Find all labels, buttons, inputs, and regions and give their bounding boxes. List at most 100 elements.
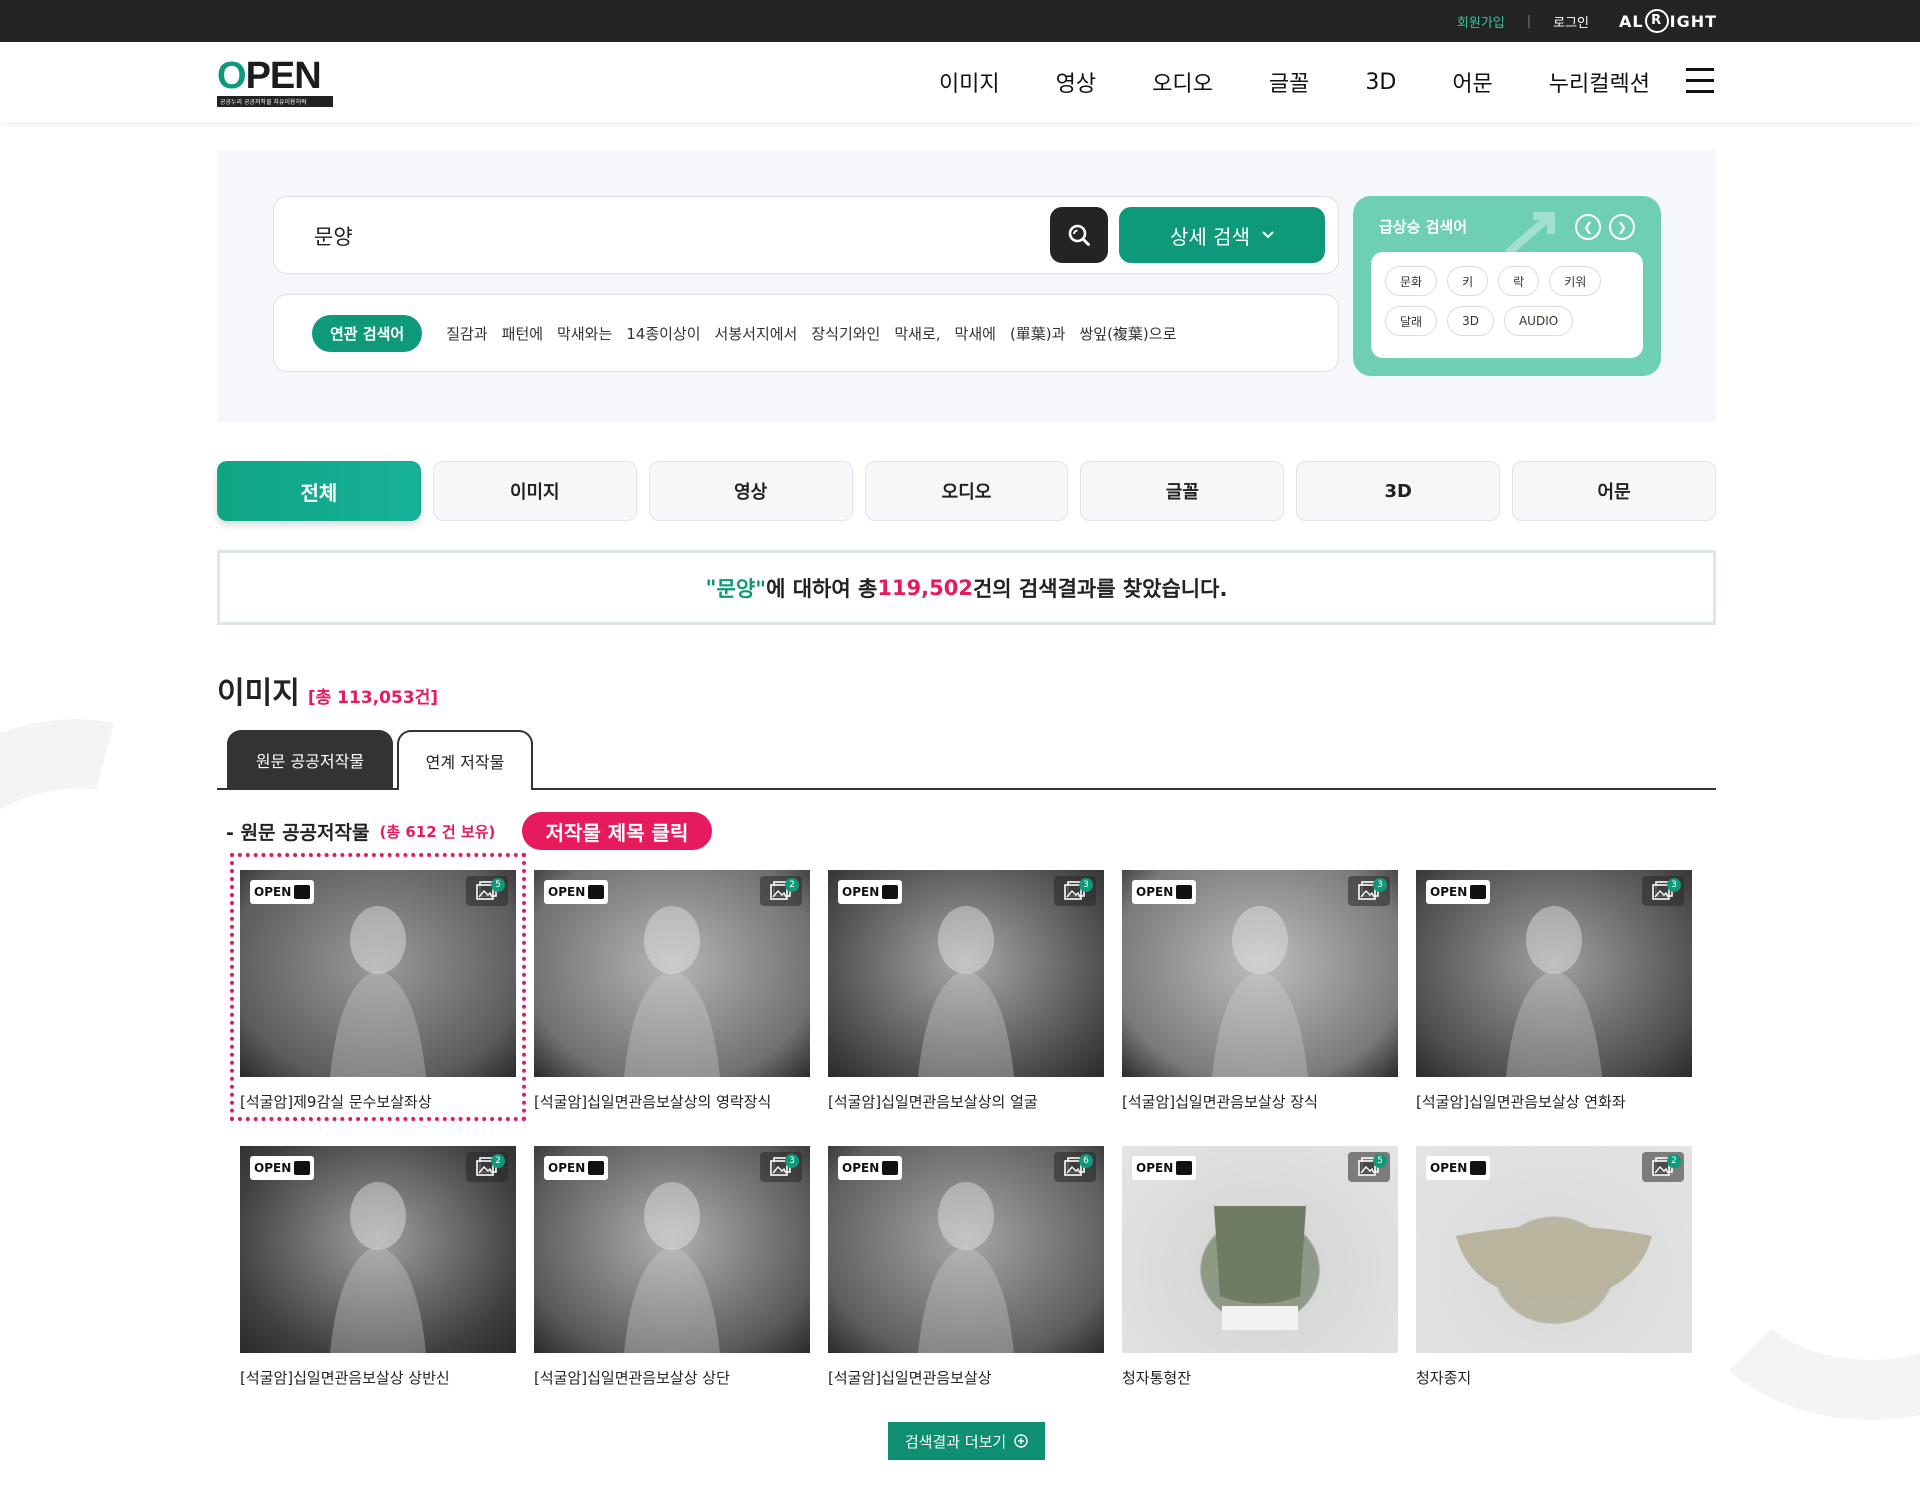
more-results-button[interactable]: 검색결과 더보기 (888, 1422, 1045, 1460)
click-title-badge: 저작물 제목 클릭 (522, 812, 712, 850)
result-thumbnail[interactable]: OPEN 3 (828, 870, 1104, 1077)
image-result-card[interactable]: OPEN 3 [석굴암]십일면관음보살상 연화좌 (1416, 870, 1692, 1112)
related-keyword[interactable]: 막새에 (955, 323, 996, 344)
open-license-badge: OPEN (250, 1156, 315, 1180)
trending-chip[interactable]: AUDIO (1503, 306, 1574, 336)
related-keyword[interactable]: 막새로, (894, 323, 940, 344)
tab-3d[interactable]: 3D (1296, 461, 1501, 521)
related-keyword[interactable]: 장식기와인 (811, 323, 880, 344)
result-thumbnail[interactable]: OPEN 2 (240, 1146, 516, 1353)
result-caption[interactable]: [석굴암]십일면관음보살상의 얼굴 (828, 1091, 1104, 1112)
result-caption[interactable]: [석굴암]십일면관음보살상 연화좌 (1416, 1091, 1692, 1112)
tab-image[interactable]: 이미지 (432, 461, 637, 521)
nav-text[interactable]: 어문 (1452, 66, 1492, 98)
chevron-left-icon[interactable]: ❮ (1575, 214, 1601, 240)
gallery-icon: 3 (1054, 876, 1096, 906)
nav-nuri-collection[interactable]: 누리컬렉션 (1549, 66, 1650, 98)
login-link[interactable]: 로그인 (1553, 12, 1589, 31)
result-caption[interactable]: [석굴암]십일면관음보살상의 영락장식 (534, 1091, 810, 1112)
gallery-icon: 5 (1348, 1152, 1390, 1182)
related-keyword[interactable]: 쌍잎(複葉)으로 (1079, 323, 1176, 344)
tab-video[interactable]: 영상 (648, 461, 853, 521)
nav-3d[interactable]: 3D (1365, 70, 1396, 95)
utility-links: 회원가입 | 로그인 AL R IGHT (1457, 0, 1717, 42)
gallery-icon: 3 (1348, 876, 1390, 906)
nav-image[interactable]: 이미지 (939, 66, 1000, 98)
image-result-card[interactable]: OPEN 3 [석굴암]십일면관음보살상 장식 (1122, 870, 1398, 1112)
result-thumbnail[interactable]: OPEN 5 (1122, 1146, 1398, 1353)
result-caption[interactable]: [석굴암]제9감실 문수보살좌상 (240, 1091, 516, 1112)
tab-font[interactable]: 글꼴 (1080, 461, 1285, 521)
result-caption[interactable]: [석굴암]십일면관음보살상 상단 (534, 1367, 810, 1388)
signup-link[interactable]: 회원가입 (1457, 12, 1505, 31)
image-result-card[interactable]: OPEN 3 [석굴암]십일면관음보살상의 얼굴 (828, 870, 1104, 1112)
hamburger-menu-icon[interactable] (1686, 68, 1714, 94)
nav-video[interactable]: 영상 (1056, 66, 1096, 98)
nav-audio[interactable]: 오디오 (1152, 66, 1213, 98)
result-thumbnail[interactable]: OPEN 3 (534, 1146, 810, 1353)
result-thumbnail[interactable]: OPEN 2 (1416, 1146, 1692, 1353)
search-input[interactable] (314, 219, 1034, 253)
result-thumbnail[interactable]: OPEN 3 (1122, 870, 1398, 1077)
search-button[interactable] (1050, 207, 1108, 263)
license-label: OPEN (842, 885, 880, 899)
utility-separator: | (1526, 13, 1532, 29)
image-result-card[interactable]: OPEN 3 [석굴암]십일면관음보살상 상단 (534, 1146, 810, 1388)
trending-title: 급상승 검색어 (1379, 218, 1468, 236)
related-keyword[interactable]: 막새와는 (557, 323, 612, 344)
trending-chip[interactable]: 문화 (1385, 266, 1438, 296)
tab-text[interactable]: 어문 (1512, 461, 1717, 521)
image-result-card[interactable]: OPEN 5 청자통형잔 (1122, 1146, 1398, 1388)
result-caption[interactable]: [석굴암]십일면관음보살상 장식 (1122, 1091, 1398, 1112)
related-keyword[interactable]: 서봉서지에서 (715, 323, 798, 344)
subtab-original-works[interactable]: 원문 공공저작물 (227, 730, 393, 790)
subtab-linked-works[interactable]: 연계 저작물 (397, 730, 533, 790)
result-thumbnail[interactable]: OPEN 5 (240, 870, 516, 1077)
alright-logo-link[interactable]: AL R IGHT (1619, 9, 1717, 33)
trending-chip[interactable]: 키워 (1549, 266, 1602, 296)
tab-all[interactable]: 전체 (217, 461, 421, 521)
license-label: OPEN (1136, 1161, 1174, 1175)
owned-works-title: - 원문 공공저작물 (226, 822, 370, 844)
trending-chip[interactable]: 락 (1498, 266, 1540, 296)
open-license-badge: OPEN (1132, 880, 1197, 904)
image-result-card[interactable]: OPEN 2 청자종지 (1416, 1146, 1692, 1388)
trending-chip[interactable]: 3D (1447, 306, 1494, 336)
gallery-count-badge: 2 (785, 878, 799, 892)
search-area: 상세 검색 연관 검색어 질감과 패턴에 막새와는 14종이상이 서봉서지에서 … (217, 150, 1716, 422)
open-license-badge: OPEN (838, 1156, 903, 1180)
logo-wordmark: OPEN (217, 55, 333, 97)
logo-o: O (217, 55, 247, 97)
related-keyword[interactable]: 질감과 (446, 323, 487, 344)
open-license-badge: OPEN (544, 880, 609, 904)
trending-chip[interactable]: 달래 (1385, 306, 1438, 336)
related-keyword[interactable]: 패턴에 (502, 323, 543, 344)
chevron-right-icon[interactable]: ❯ (1609, 214, 1635, 240)
result-caption[interactable]: [석굴암]십일면관음보살상 (828, 1367, 1104, 1388)
gallery-icon: 2 (1642, 1152, 1684, 1182)
license-label: OPEN (548, 885, 586, 899)
result-caption[interactable]: 청자종지 (1416, 1367, 1692, 1388)
open-logo[interactable]: OPEN 공공누리 공공저작물 자유이용허락 (217, 55, 333, 107)
license-label: OPEN (842, 1161, 880, 1175)
related-keyword[interactable]: 14종이상이 (626, 323, 700, 344)
related-keyword[interactable]: (單葉)과 (1010, 323, 1066, 344)
detail-search-button[interactable]: 상세 검색 (1119, 207, 1325, 263)
license-label: OPEN (1430, 1161, 1468, 1175)
image-result-card[interactable]: OPEN 2 [석굴암]십일면관음보살상 상반신 (240, 1146, 516, 1388)
image-result-card[interactable]: OPEN 6 [석굴암]십일면관음보살상 (828, 1146, 1104, 1388)
top-utility-bar: 회원가입 | 로그인 AL R IGHT (0, 0, 1920, 42)
image-result-card[interactable]: OPEN 5 [석굴암]제9감실 문수보살좌상 (240, 870, 516, 1112)
gallery-count-badge: 2 (491, 1154, 505, 1168)
result-caption[interactable]: [석굴암]십일면관음보살상 상반신 (240, 1367, 516, 1388)
result-caption[interactable]: 청자통형잔 (1122, 1367, 1398, 1388)
trending-chip[interactable]: 키 (1447, 266, 1489, 296)
result-thumbnail[interactable]: OPEN 2 (534, 870, 810, 1077)
result-thumbnail[interactable]: OPEN 3 (1416, 870, 1692, 1077)
result-thumbnail[interactable]: OPEN 6 (828, 1146, 1104, 1353)
nav-font[interactable]: 글꼴 (1269, 66, 1309, 98)
tab-audio[interactable]: 오디오 (864, 461, 1069, 521)
more-results-label: 검색결과 더보기 (904, 1432, 1007, 1451)
alright-text-prefix: AL (1619, 11, 1644, 31)
image-result-card[interactable]: OPEN 2 [석굴암]십일면관음보살상의 영락장식 (534, 870, 810, 1112)
